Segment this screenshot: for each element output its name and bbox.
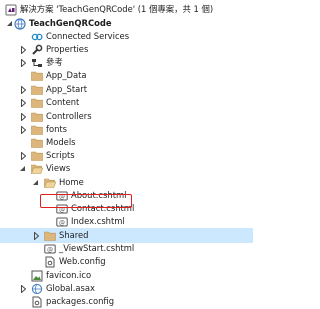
razor-file-icon: @ bbox=[44, 243, 56, 255]
folder-open-icon bbox=[44, 177, 56, 189]
tree-item-views[interactable]: Views bbox=[0, 161, 253, 176]
tree-item-label: App_Data bbox=[46, 70, 87, 80]
solution-label: 解決方案 'TeachGenQRCode' (1 個專案，共 1 個) bbox=[20, 4, 214, 14]
razor-file-icon: @ bbox=[56, 216, 68, 228]
tree-item-packages-config[interactable]: packages.config bbox=[0, 294, 253, 309]
references-icon bbox=[31, 57, 43, 69]
config-file-icon bbox=[31, 296, 43, 308]
wrench-icon bbox=[31, 44, 43, 56]
config-file-icon bbox=[44, 256, 56, 268]
folder-icon bbox=[31, 84, 43, 96]
tree-item-index-cshtml[interactable]: @ Index.cshtml bbox=[0, 214, 253, 229]
chevron-down-icon[interactable] bbox=[18, 161, 26, 176]
folder-icon bbox=[31, 111, 43, 123]
tree-item-label: Views bbox=[46, 163, 71, 173]
folder-icon bbox=[31, 124, 43, 136]
svg-text:@: @ bbox=[47, 246, 53, 253]
tree-item-views-web-config[interactable]: Web.config bbox=[0, 254, 253, 269]
folder-icon bbox=[31, 70, 43, 82]
tree-item-label: Index.cshtml bbox=[71, 216, 125, 226]
tree-item-label: Web.config bbox=[59, 256, 106, 266]
folder-open-icon bbox=[31, 163, 43, 175]
solution-icon bbox=[5, 4, 17, 16]
image-file-icon bbox=[31, 270, 43, 282]
folder-icon bbox=[44, 230, 56, 242]
tree-item-label: Content bbox=[46, 97, 80, 107]
folder-icon bbox=[31, 137, 43, 149]
tree-item-label: packages.config bbox=[46, 296, 115, 306]
annotation-highlight-box bbox=[40, 194, 132, 208]
globe-file-icon bbox=[31, 283, 43, 295]
csharp-project-icon bbox=[14, 17, 26, 30]
chevron-right-icon[interactable] bbox=[19, 95, 27, 110]
solution-explorer-tree: 解決方案 'TeachGenQRCode' (1 個專案，共 1 個) Teac… bbox=[0, 0, 253, 307]
connected-services-icon bbox=[31, 31, 43, 43]
svg-text:@: @ bbox=[59, 219, 65, 226]
folder-icon bbox=[31, 150, 43, 162]
tree-item-content[interactable]: Content bbox=[0, 95, 253, 110]
folder-icon bbox=[31, 97, 43, 109]
solution-node[interactable]: 解決方案 'TeachGenQRCode' (1 個專案，共 1 個) bbox=[0, 2, 253, 17]
tree-item-app-data[interactable]: App_Data bbox=[0, 68, 253, 83]
